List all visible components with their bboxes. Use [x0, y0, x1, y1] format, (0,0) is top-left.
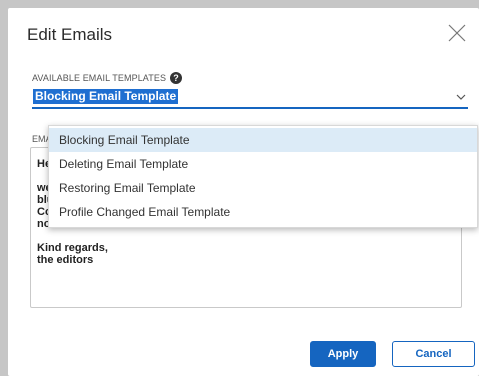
chevron-down-icon[interactable] [456, 94, 466, 100]
apply-button[interactable]: Apply [310, 341, 376, 367]
dropdown-option-blocking[interactable]: Blocking Email Template [49, 128, 477, 152]
template-label-text: AVAILABLE EMAIL TEMPLATES [32, 73, 167, 83]
close-icon[interactable] [446, 22, 468, 44]
dropdown-option-deleting[interactable]: Deleting Email Template [49, 152, 477, 176]
template-field-label: AVAILABLE EMAIL TEMPLATES ? [32, 72, 183, 84]
help-icon[interactable]: ? [170, 72, 183, 84]
dialog-title: Edit Emails [27, 25, 113, 44]
cancel-button[interactable]: Cancel [392, 341, 475, 367]
template-select-value: Blocking Email Template [33, 89, 179, 104]
dropdown-option-restoring[interactable]: Restoring Email Template [49, 176, 477, 200]
template-dropdown-list: Blocking Email Template Deleting Email T… [48, 125, 478, 228]
template-select[interactable]: Blocking Email Template [32, 87, 468, 109]
dropdown-option-profile-changed[interactable]: Profile Changed Email Template [49, 200, 477, 224]
